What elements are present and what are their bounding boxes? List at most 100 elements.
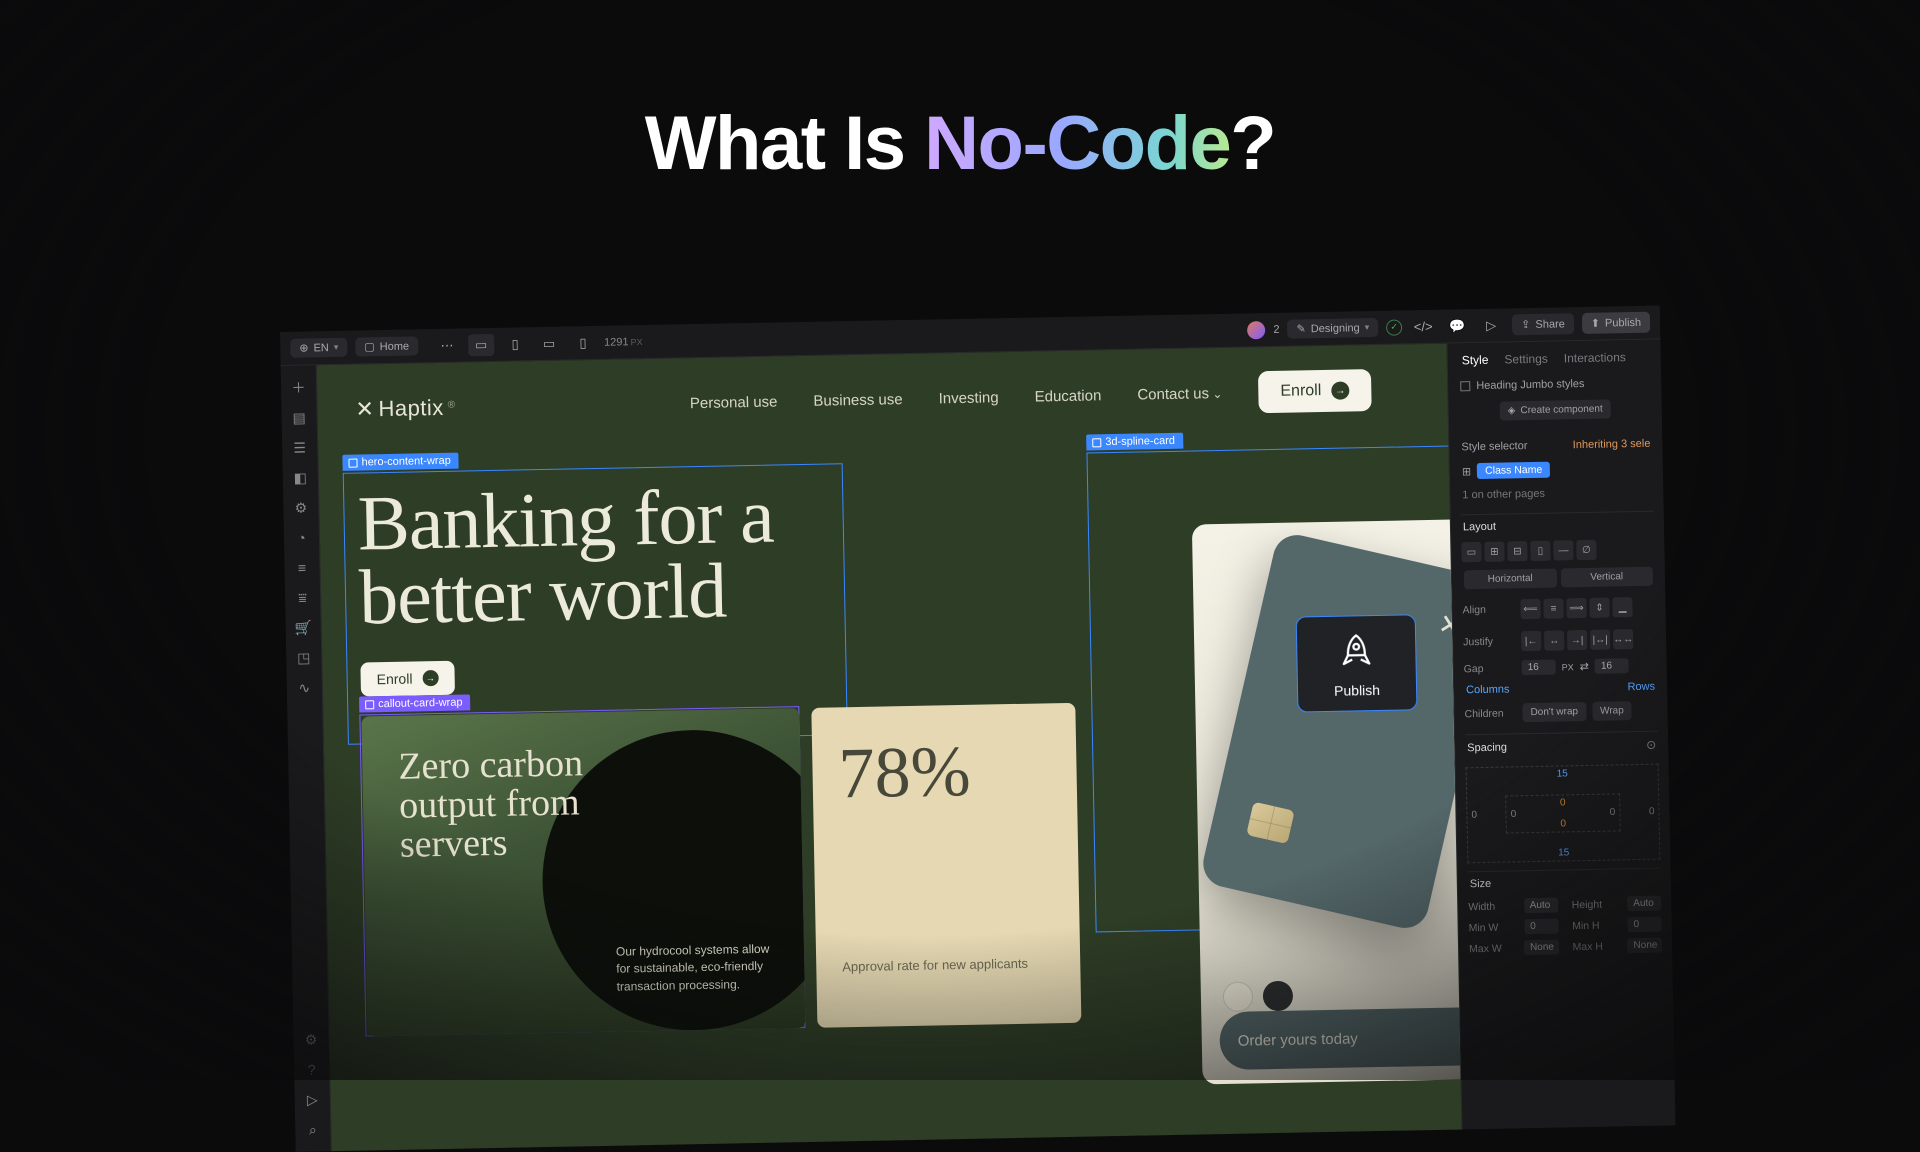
nav-education[interactable]: Education [1034, 387, 1101, 405]
preview-play-icon[interactable]: ▷ [1478, 314, 1504, 336]
pages-icon[interactable]: ▤ [287, 405, 311, 429]
help-icon[interactable]: ? [299, 1057, 323, 1081]
width-label: Width [1468, 900, 1518, 913]
status-check-icon: ✓ [1386, 319, 1402, 335]
direction-vertical[interactable]: Vertical [1560, 567, 1653, 588]
audit-icon[interactable]: ∿ [292, 675, 316, 699]
apps-icon[interactable]: ◳ [292, 645, 316, 669]
wrap-dont-button[interactable]: Don't wrap [1522, 702, 1586, 722]
justify-label: Justify [1463, 635, 1515, 648]
rows-label[interactable]: Rows [1627, 681, 1655, 694]
minw-input[interactable]: 0 [1524, 919, 1558, 935]
display-block-icon[interactable]: ▭ [1461, 542, 1481, 562]
components-icon[interactable]: ◧ [288, 465, 312, 489]
share-button[interactable]: ⇪ Share [1512, 313, 1574, 335]
justify-end-icon[interactable]: →| [1567, 630, 1587, 650]
style-manager-icon[interactable]: ◔ [289, 525, 313, 549]
display-grid-icon[interactable]: ⊟ [1507, 541, 1527, 561]
site-brand[interactable]: ✕ Haptix® [355, 395, 456, 423]
gap-row-input[interactable]: 16 [1595, 658, 1629, 674]
callout-card-cream[interactable]: 78% Approval rate for new applicants [811, 703, 1081, 1028]
nav-investing[interactable]: Investing [938, 389, 998, 407]
callout-card-green[interactable]: Zero carbon output from servers Our hydr… [361, 708, 805, 1036]
hero-enroll-button[interactable]: Enroll → [360, 661, 454, 697]
publish-button[interactable]: ⬆ Publish [1582, 312, 1651, 334]
width-input[interactable]: Auto [1524, 898, 1558, 914]
columns-label[interactable]: Columns [1466, 683, 1510, 696]
gap-label: Gap [1464, 662, 1516, 675]
site-navbar: ✕ Haptix® Personal use Business use Inve… [355, 369, 1372, 430]
selection-label-callout: callout-card-wrap [359, 695, 471, 713]
search-icon[interactable]: ⌕ [301, 1117, 325, 1141]
direction-horizontal[interactable]: Horizontal [1464, 569, 1557, 590]
navigator-icon[interactable]: ☰ [287, 435, 311, 459]
ecommerce-icon[interactable]: 🛒 [291, 615, 315, 639]
align-center-icon[interactable]: ≡ [1543, 598, 1563, 618]
more-icon[interactable]: ⋯ [434, 334, 460, 356]
create-component-button[interactable]: ◈ Create component [1500, 399, 1611, 420]
tab-interactions[interactable]: Interactions [1564, 350, 1626, 365]
layout-section-title: Layout [1461, 511, 1654, 540]
maxw-input[interactable]: None [1524, 940, 1559, 956]
breakpoint-mobile-icon[interactable]: ▯ [570, 331, 596, 353]
settings-icon[interactable]: ⚙ [299, 1027, 323, 1051]
design-canvas[interactable]: ✕ Haptix® Personal use Business use Inve… [317, 344, 1462, 1152]
align-baseline-icon[interactable]: ▁ [1612, 597, 1632, 617]
cms-icon[interactable]: ≡ [290, 555, 314, 579]
link-icon[interactable]: ⇄ [1580, 660, 1589, 673]
tab-style[interactable]: Style [1462, 353, 1489, 368]
spacing-section-title: Spacing [1467, 742, 1507, 755]
align-end-icon[interactable]: ⟹ [1566, 598, 1586, 618]
maxh-input[interactable]: None [1627, 938, 1662, 954]
display-inline-block-icon[interactable]: ▯ [1530, 541, 1550, 561]
breakpoint-desktop-icon[interactable]: ▭ [468, 333, 494, 355]
home-breadcrumb[interactable]: ▢ Home [355, 336, 418, 356]
breakpoint-tablet-icon[interactable]: ▯ [502, 333, 528, 355]
card-device-mockup: ✕ Order yours today → [1192, 518, 1462, 1084]
justify-between-icon[interactable]: |↔| [1590, 630, 1610, 650]
language-switcher[interactable]: ⊕ EN ▾ [290, 338, 347, 358]
comment-icon[interactable]: 💬 [1444, 315, 1470, 337]
display-inline-icon[interactable]: — [1553, 540, 1573, 560]
size-section-title: Size [1468, 868, 1661, 897]
height-input[interactable]: Auto [1627, 896, 1661, 912]
breakpoint-landscape-icon[interactable]: ▭ [536, 332, 562, 354]
minh-input[interactable]: 0 [1627, 917, 1661, 933]
wrap-button[interactable]: Wrap [1592, 701, 1632, 721]
home-label: Home [380, 340, 410, 353]
tab-settings[interactable]: Settings [1504, 352, 1548, 367]
card-chip-icon [1246, 802, 1295, 845]
users-icon[interactable]: ⩸ [290, 585, 314, 609]
headline-accent: No-Code [924, 101, 1230, 186]
publish-popover[interactable]: Publish [1296, 614, 1418, 712]
spacing-editor[interactable]: 15 15 0 0 0 0 0 0 [1466, 764, 1661, 864]
globe-icon: ⊕ [299, 341, 308, 354]
nav-contact-us[interactable]: Contact us [1137, 384, 1222, 403]
other-pages-note: 1 on other pages [1462, 488, 1545, 502]
swatch-dark[interactable] [1263, 981, 1294, 1012]
rocket-icon [1339, 632, 1374, 673]
order-button[interactable]: Order yours today → [1219, 1006, 1461, 1070]
enroll-button[interactable]: Enroll → [1258, 369, 1372, 413]
video-icon[interactable]: ▷ [300, 1087, 324, 1111]
justify-around-icon[interactable]: ↔↔ [1613, 629, 1633, 649]
align-stretch-icon[interactable]: ⇕ [1589, 598, 1609, 618]
spacing-settings-icon[interactable]: ⊙ [1646, 738, 1656, 752]
code-icon[interactable]: </> [1410, 315, 1436, 337]
nav-business-use[interactable]: Business use [813, 391, 903, 410]
justify-center-icon[interactable]: ↔ [1544, 630, 1564, 650]
headline-suffix: ? [1230, 101, 1275, 186]
variables-icon[interactable]: ⚙ [289, 495, 313, 519]
justify-start-icon[interactable]: |← [1521, 631, 1541, 651]
align-start-icon[interactable]: ⟸ [1520, 599, 1540, 619]
mode-switcher[interactable]: ✎ Designing ▾ [1287, 318, 1378, 339]
gap-col-input[interactable]: 16 [1522, 660, 1556, 676]
add-element-icon[interactable]: ＋ [286, 375, 310, 399]
swatch-light[interactable] [1223, 981, 1254, 1012]
display-none-icon[interactable]: ∅ [1576, 540, 1596, 560]
nav-personal-use[interactable]: Personal use [690, 393, 778, 412]
display-flex-icon[interactable]: ⊞ [1484, 542, 1504, 562]
editor-body: ＋ ▤ ☰ ◧ ⚙ ◔ ≡ ⩸ 🛒 ◳ ∿ ⚙ ? ▷ ⌕ [281, 340, 1676, 1152]
collaborator-avatar[interactable] [1247, 321, 1265, 339]
class-name-tag[interactable]: Class Name [1477, 462, 1550, 479]
